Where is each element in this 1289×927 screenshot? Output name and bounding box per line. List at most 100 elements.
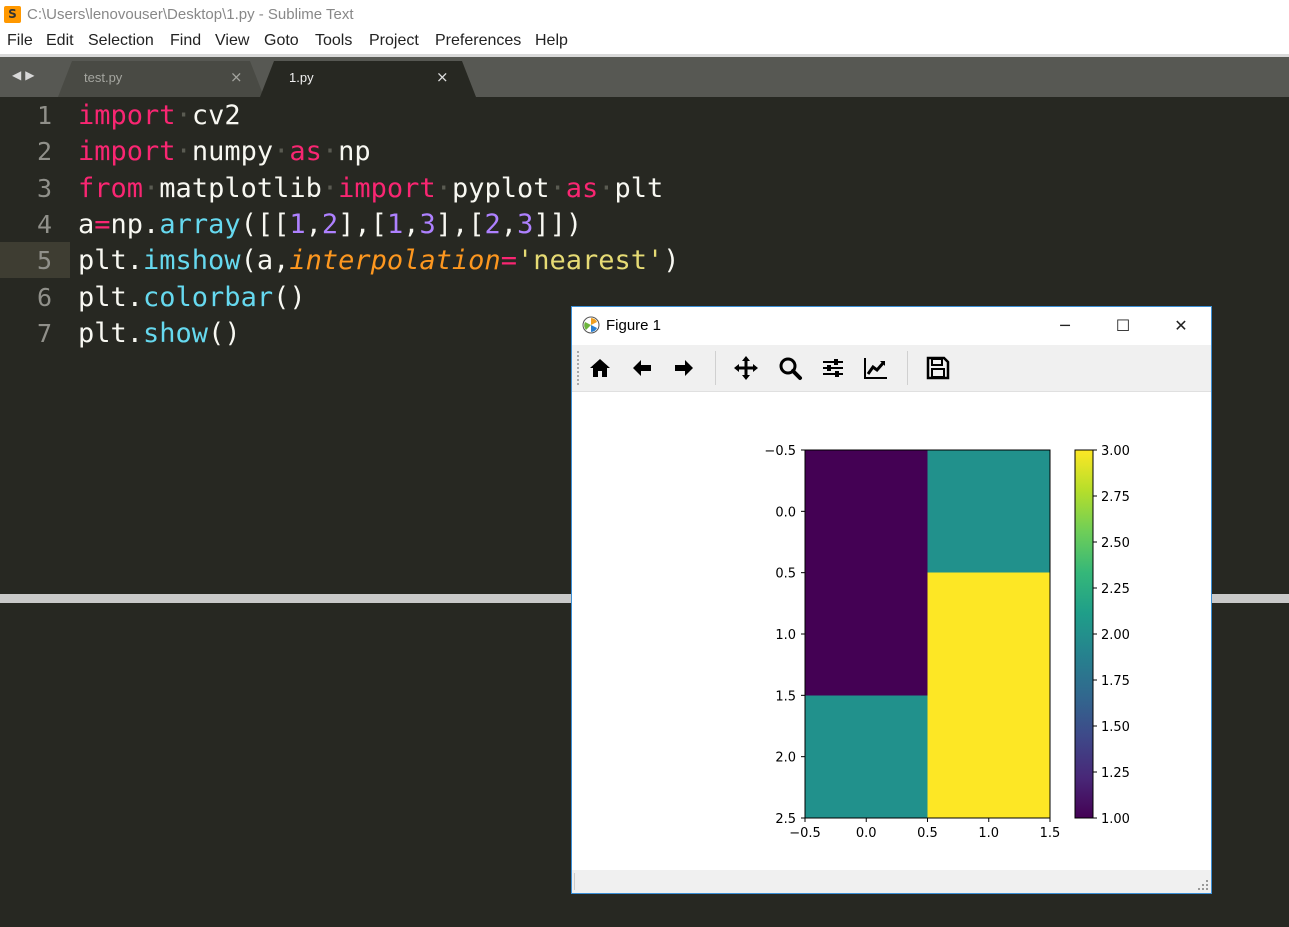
heatmap-cell [805, 572, 928, 696]
menu-preferences[interactable]: Preferences [435, 32, 521, 50]
line-number: 6 [36, 282, 52, 312]
code-token: , [500, 208, 518, 240]
code-token: import [78, 136, 176, 168]
menu-selection[interactable]: Selection [88, 32, 154, 50]
maximize-button[interactable]: ☐ [1094, 307, 1152, 345]
y-tick-label: −0.5 [764, 444, 796, 459]
menu-find[interactable]: Find [170, 32, 201, 50]
figure-toolbar [572, 345, 1211, 392]
subplots-icon[interactable] [819, 354, 847, 382]
code-text: plt.imshow(a,interpolation='nearest') [78, 245, 680, 276]
tab-close-icon[interactable]: × [436, 68, 449, 86]
tab-test-py[interactable]: test.py × [58, 61, 264, 97]
code-token: 1 [289, 208, 306, 240]
code-token: 'nearest' [516, 245, 664, 277]
code-token: = [500, 245, 517, 277]
code-token: · [143, 172, 160, 204]
code-text: a=np.array([[1,2],[1,3],[2,3]]) [78, 209, 582, 240]
code-token: as [289, 136, 322, 168]
zoom-icon[interactable] [776, 354, 804, 382]
code-token: np. [110, 208, 160, 240]
code-token: ) [663, 245, 680, 277]
y-tick-label: 0.0 [775, 505, 796, 520]
menu-bar: File Edit Selection Find View Goto Tools Projec… [0, 30, 1289, 54]
figure-title-bar[interactable]: Figure 1 ─ ☐ ✕ [572, 307, 1211, 345]
code-line[interactable]: 4 a=np.array([[1,2],[1,3],[2,3]]) [0, 206, 1289, 242]
line-gutter: 6 [0, 279, 70, 315]
menu-edit[interactable]: Edit [46, 32, 74, 50]
pan-icon[interactable] [732, 354, 760, 382]
code-token: interpolation [289, 245, 501, 277]
colorbar-tick-label: 1.75 [1101, 674, 1130, 689]
code-token: ([[ [240, 208, 290, 240]
back-arrow-icon[interactable] [628, 354, 656, 382]
colorbar-tick-label: 3.00 [1101, 444, 1130, 459]
code-token: plt. [78, 245, 144, 277]
line-number: 5 [36, 246, 52, 276]
menu-project[interactable]: Project [369, 32, 419, 50]
code-token: as [565, 172, 599, 204]
code-token: 3 [419, 208, 436, 240]
colorbar-tick-label: 2.75 [1101, 490, 1130, 505]
menu-help[interactable]: Help [535, 32, 568, 50]
code-token: (a, [240, 245, 290, 277]
code-token: () [208, 317, 241, 349]
code-text: import·numpy·as·np [78, 136, 371, 167]
status-grip [574, 873, 575, 890]
tab-label: 1.py [289, 70, 314, 85]
code-line[interactable]: 5 plt.imshow(a,interpolation='nearest') [0, 242, 1289, 279]
heatmap-chart: −0.5 0.0 0.5 1.0 1.5 −0.5 0.0 0.5 1.0 1.5 2.0 2.5 1.… [764, 444, 1130, 841]
code-text: plt.show() [78, 318, 241, 349]
code-token: imshow [143, 245, 241, 277]
code-text: import·cv2 [78, 100, 241, 131]
code-token: show [143, 317, 209, 349]
colorbar [1074, 449, 1094, 819]
x-tick-label: 0.5 [917, 826, 938, 841]
menu-goto[interactable]: Goto [264, 32, 299, 50]
edit-axes-icon[interactable] [862, 354, 890, 382]
code-token: 2 [321, 208, 339, 240]
toolbar-separator [715, 351, 716, 385]
tab-1-py[interactable]: 1.py × [260, 61, 476, 97]
colorbar-tick-label: 2.00 [1101, 628, 1130, 643]
tab-nav-arrows-icon[interactable]: ◀▶ [12, 68, 38, 82]
code-token: plt [614, 172, 664, 204]
code-text: from·matplotlib·import·pyplot·as·plt [78, 173, 663, 204]
resize-grip-icon[interactable] [1198, 880, 1208, 890]
plot-canvas[interactable]: −0.5 0.0 0.5 1.0 1.5 −0.5 0.0 0.5 1.0 1.5 2.0 2.5 1.… [572, 392, 1211, 870]
line-number: 2 [36, 137, 52, 167]
code-token: , [305, 208, 322, 240]
x-tick-label: −0.5 [789, 826, 821, 841]
code-token: np [338, 136, 371, 168]
colorbar-tick-label: 1.50 [1101, 720, 1130, 735]
code-token: 3 [517, 208, 534, 240]
tab-bar: ◀▶ test.py × 1.py × [0, 54, 1289, 97]
tab-close-icon[interactable]: × [230, 68, 243, 86]
code-token: = [94, 208, 111, 240]
code-token: 1 [386, 208, 404, 240]
menu-tools[interactable]: Tools [315, 32, 352, 50]
code-token: matplotlib [159, 172, 322, 204]
menu-view[interactable]: View [215, 32, 249, 50]
menu-file[interactable]: File [7, 32, 33, 50]
code-line[interactable]: 3 from·matplotlib·import·pyplot·as·plt [0, 170, 1289, 206]
figure-title: Figure 1 [606, 317, 662, 334]
code-token: · [549, 172, 566, 204]
figure-window: Figure 1 ─ ☐ ✕ −0.5 0.0 0.5 1.0 1.5 −0.5… [571, 306, 1212, 894]
save-icon[interactable] [924, 354, 952, 382]
home-icon[interactable] [586, 354, 614, 382]
code-token: · [321, 136, 339, 168]
status-bar [572, 870, 1211, 893]
minimize-button[interactable]: ─ [1036, 307, 1094, 345]
tab-label: test.py [84, 70, 123, 85]
line-number: 4 [36, 209, 52, 239]
code-token: pyplot [451, 172, 550, 204]
code-token: a [78, 208, 95, 240]
colorbar-tick-label: 2.25 [1101, 582, 1130, 597]
code-line[interactable]: 2 import·numpy·as·np [0, 133, 1289, 169]
code-line[interactable]: 1 import·cv2 [0, 97, 1289, 133]
close-button[interactable]: ✕ [1152, 307, 1210, 345]
forward-arrow-icon[interactable] [670, 354, 698, 382]
code-token: · [273, 136, 290, 168]
code-token: import [78, 100, 176, 131]
